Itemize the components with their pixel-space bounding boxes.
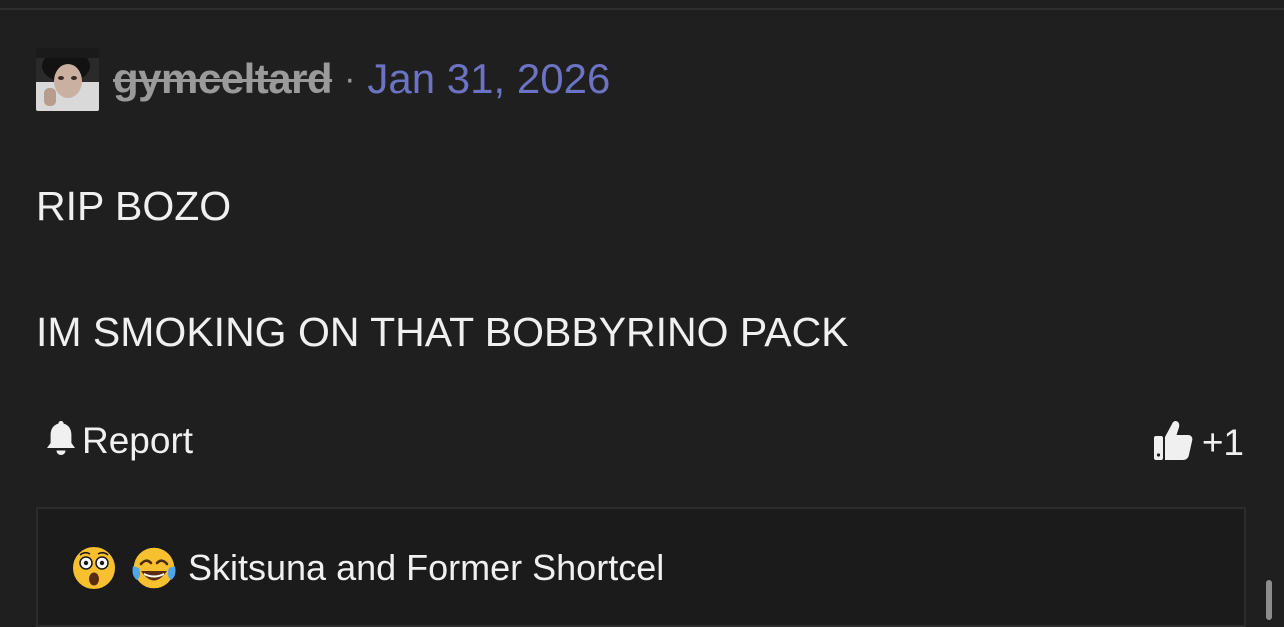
thumbs-up-icon	[1152, 418, 1194, 467]
report-button[interactable]: Report	[44, 418, 193, 463]
user-avatar-image	[36, 47, 99, 111]
post-text-line: RIP BOZO	[36, 183, 232, 229]
report-label: Report	[82, 419, 194, 461]
scrollbar-thumb[interactable]	[1266, 580, 1272, 620]
bell-icon	[44, 418, 78, 463]
reactions-row: Skitsuna and Former Shortcel	[70, 544, 664, 592]
like-count: +1	[1201, 421, 1244, 463]
author-username[interactable]: gymceltard	[113, 55, 333, 103]
post-header: gymceltard · Jan 31, 2026	[36, 47, 610, 111]
avatar[interactable]	[36, 47, 99, 111]
astonished-face-emoji	[70, 544, 118, 592]
crying-laughing-face-emoji	[130, 544, 178, 592]
header-separator: ·	[344, 59, 356, 98]
reaction-users-text[interactable]: Skitsuna and Former Shortcel	[188, 547, 664, 589]
like-button[interactable]: +1	[1152, 418, 1244, 467]
post: gymceltard · Jan 31, 2026 RIP BOZO IM SM…	[0, 0, 1284, 627]
post-actions: Report +1	[36, 418, 1248, 466]
reactions-panel[interactable]: Skitsuna and Former Shortcel	[36, 507, 1246, 627]
post-text-line: IM SMOKING ON THAT BOBBYRINO PACK	[36, 309, 849, 355]
post-date-link[interactable]: Jan 31, 2026	[367, 55, 610, 103]
